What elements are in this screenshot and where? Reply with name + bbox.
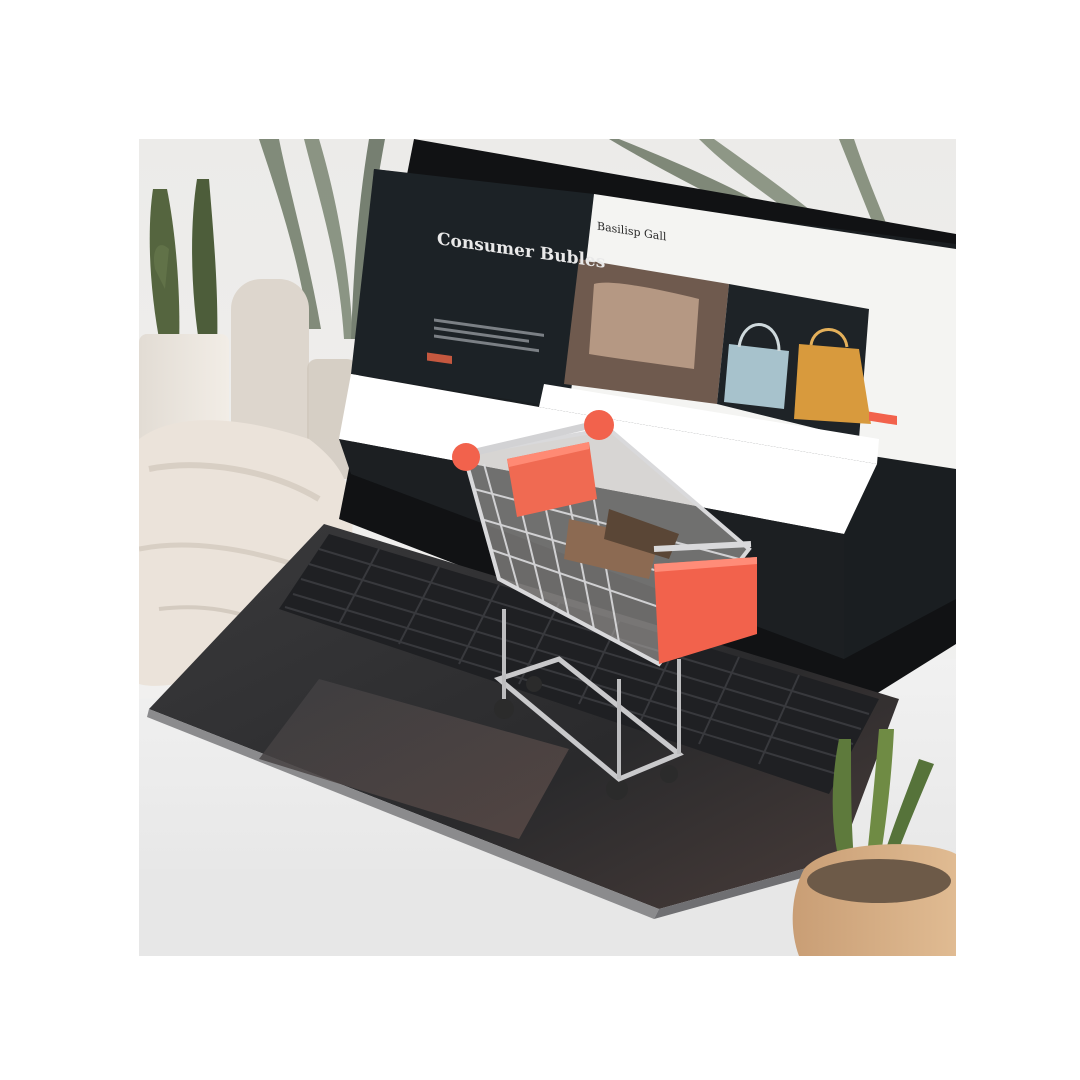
ecommerce-photo: Consumer Bubles Basilisp Gall [139, 139, 956, 956]
canvas: Consumer Bubles Basilisp Gall [0, 0, 1080, 1080]
